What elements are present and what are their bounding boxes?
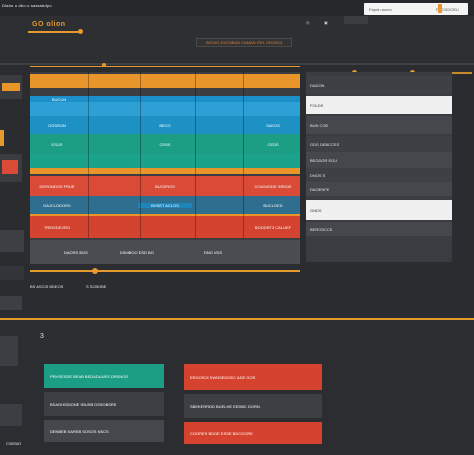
column-divider: [243, 72, 244, 238]
section-number: 3: [40, 333, 44, 340]
cell: OOSRON: [48, 122, 66, 128]
table-row[interactable]: [30, 102, 300, 116]
cell: BUCLOED: [263, 202, 283, 208]
cell: BOODRT3 CALUEF: [254, 224, 292, 230]
table-footer-mid: DNO VDS: [203, 249, 223, 255]
lower-left-widget[interactable]: [0, 404, 22, 426]
panel-bottom-rule: [30, 270, 300, 272]
slider-handle-icon[interactable]: [92, 268, 98, 274]
header-divider: [0, 63, 474, 65]
side-item[interactable]: DNOS S: [306, 168, 452, 182]
cell: CEDS: [267, 141, 279, 147]
window-title: Dlabo u dbo.o sasssbdpo: [2, 3, 52, 8]
table-separator: [30, 168, 300, 174]
app-logo: GO olion: [32, 21, 66, 28]
side-item[interactable]: BEODGR EGU: [306, 152, 452, 168]
side-item-active[interactable]: GNDS: [306, 200, 452, 220]
cell: DAJCLODORS: [43, 202, 71, 208]
lower-left-widget[interactable]: [0, 336, 18, 366]
cell: BHSET ACLOS: [138, 202, 192, 208]
column-divider: [140, 72, 141, 238]
header-banner: WICHO ESCNBAN CAMAN ITEL SEGED3: [196, 38, 292, 47]
panel-rule-dot-icon: [102, 63, 106, 67]
lower-bottom-label: CSEBIO: [6, 441, 22, 446]
left-widget-5[interactable]: [0, 296, 22, 310]
table-row[interactable]: OOSRON BECO SAKOS: [30, 116, 300, 134]
card-dark[interactable]: BSAGHSDIONE 90USB DSSOBSRE: [44, 392, 164, 416]
side-panel: DADON FOLDS BUN COE GDS DEBCCES BEODGR E…: [306, 72, 452, 262]
left-widget-4[interactable]: [0, 266, 24, 280]
side-item[interactable]: DAOENFE: [306, 182, 452, 196]
table-footer: DAORS BOS DSMBOO ESD BO DNO VDS: [30, 240, 300, 264]
column-divider: [195, 72, 196, 238]
cell: BUCUN: [51, 96, 67, 102]
table-gap-row: [30, 88, 300, 96]
search-placeholder: Papdn aomo: [369, 7, 392, 12]
cell: TREISDEVRO: [43, 224, 70, 230]
column-divider: [88, 72, 89, 238]
table-row[interactable]: ESUS CEBS CEDS: [30, 134, 300, 154]
left-widget-2[interactable]: [0, 154, 22, 182]
table-header-row: [30, 74, 300, 88]
table-row[interactable]: [30, 154, 300, 168]
table-footer-right: DSMBOO ESD BO: [119, 249, 154, 255]
cell: SAKOS: [266, 122, 280, 128]
data-table: BUCUN OOSRON BECO SAKOS ESUS CEBS CEDS D…: [30, 72, 300, 264]
table-row[interactable]: DAJCLODORS BHSET ACLOS BUCLOED: [30, 196, 300, 214]
side-item[interactable]: BUN COE: [306, 116, 452, 134]
cell: COAS/IODE SREDE: [254, 183, 292, 189]
card-dark[interactable]: DENBEB SAREB SOSOS NSCS: [44, 420, 164, 442]
left-widget-2-fill: [2, 160, 18, 174]
search-divider-icon: [438, 4, 442, 13]
cell: ESUS: [51, 141, 63, 147]
search-input[interactable]: Papdn aomo PHOSDOEU: [364, 3, 468, 15]
table-row[interactable]: DERONDOS FRUE BUCEROS COAS/IODE SREDE: [30, 176, 300, 196]
header-icon-b[interactable]: ▣: [324, 20, 328, 25]
card-dark[interactable]: SBEKERRDD BUELHE EEDBC DORN: [184, 394, 322, 418]
table-row[interactable]: TREISDEVRO BOODRT3 CALUEF: [30, 216, 300, 238]
left-marker: [0, 130, 4, 146]
section-rule: [0, 318, 474, 320]
side-item[interactable]: DADON: [306, 76, 452, 94]
card-teal[interactable]: PRHSESDE BEAB BEDADUUES DRSNOS: [44, 364, 164, 388]
left-widget-3[interactable]: [0, 230, 24, 252]
cell: DERONDOS FRUE: [39, 183, 75, 189]
card-red[interactable]: ERGOSOI SWNSEDOEC ADE GOR: [184, 364, 322, 390]
table-footer-left: DAORS BOS: [64, 249, 88, 255]
card-red[interactable]: COORES BDOE ESSE BDCOORE: [184, 422, 322, 444]
cell: CEBS: [159, 141, 171, 147]
cell: BUCEROS: [155, 183, 175, 189]
lower-left-label: BS ASCIS BDEOS: [30, 284, 64, 289]
header-icon-a[interactable]: ◎: [306, 20, 310, 25]
header-tab-icon[interactable]: [344, 16, 368, 24]
lower-mid-label: S SCBOBE: [86, 284, 107, 289]
side-item[interactable]: GDS DEBCCES: [306, 136, 452, 152]
panel-top-rule: [30, 66, 300, 67]
side-item-active[interactable]: FOLDS: [306, 96, 452, 114]
logo-underline: [28, 31, 80, 33]
side-item[interactable]: BEROSCCE: [306, 222, 452, 236]
cell: BECO: [159, 122, 171, 128]
logo-dot-icon: [78, 29, 83, 34]
left-widget-1-fill: [2, 83, 20, 91]
left-widget-1[interactable]: [0, 75, 22, 99]
